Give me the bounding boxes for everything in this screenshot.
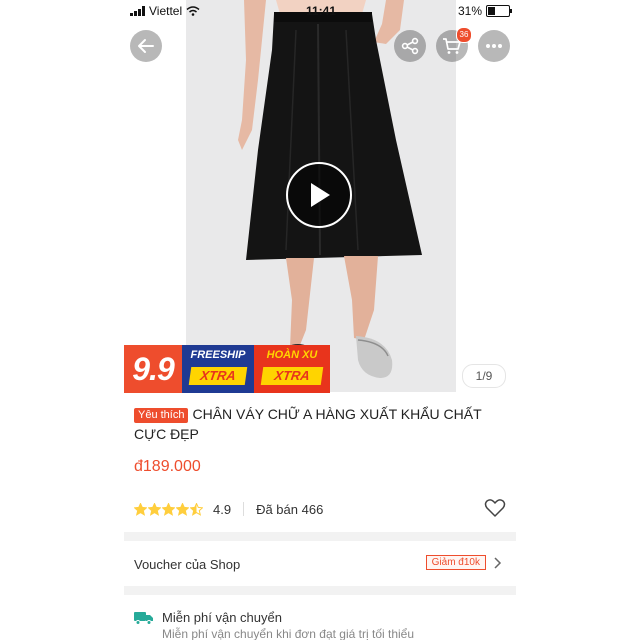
freeship-xtra-tag: XTRA: [188, 367, 248, 385]
star-icon: [162, 502, 175, 516]
shop-voucher-row[interactable]: Voucher của Shop Giảm đ10k: [134, 552, 506, 576]
promo-freeship: FREESHIP XTRA: [182, 345, 254, 393]
cart-button[interactable]: 36: [436, 27, 472, 62]
shipping-title: Miễn phí vận chuyển: [162, 610, 282, 625]
section-divider: [124, 586, 516, 595]
star-icon: [190, 502, 203, 516]
heart-icon[interactable]: [484, 498, 506, 518]
promo-banner[interactable]: 9.9 FREESHIP XTRA HOÀN XU XTRA: [124, 345, 330, 393]
product-title-block: Yêu thích CHÂN VÁY CHỮ A HÀNG XUẤT KHẨU C…: [134, 404, 504, 444]
truck-icon: [134, 611, 153, 625]
play-icon: [311, 183, 330, 207]
promo-sale-label: 9.9: [124, 345, 182, 393]
wifi-icon: [186, 6, 200, 16]
rating-row[interactable]: 4.9 Đã bán 466: [134, 498, 506, 520]
shipping-row[interactable]: Miễn phí vận chuyển Miễn phí vận chuyển …: [134, 610, 506, 640]
carrier: Viettel: [130, 4, 200, 18]
voucher-tag: Giảm đ10k: [425, 555, 486, 570]
hoanxu-xtra-tag: XTRA: [260, 367, 324, 385]
freeship-label: FREESHIP: [190, 349, 246, 361]
star-icon: [176, 502, 189, 516]
status-time: 11:41: [306, 4, 337, 18]
voucher-label: Voucher của Shop: [134, 556, 241, 572]
battery-icon: [486, 5, 512, 17]
share-button[interactable]: [394, 30, 426, 62]
product-price: đ189.000: [134, 458, 201, 475]
arrow-left-icon: [138, 39, 154, 53]
play-video-button[interactable]: [286, 162, 352, 228]
sold-count: Đã bán 466: [256, 501, 324, 517]
image-page-indicator: 1/9: [462, 364, 506, 388]
signal-icon: [130, 6, 145, 16]
hoanxu-label: HOÀN XU: [266, 349, 318, 361]
rating-separator: [243, 502, 245, 516]
promo-hoanxu: HOÀN XU XTRA: [254, 345, 330, 393]
section-divider: [124, 532, 516, 541]
carrier-name: Viettel: [149, 4, 183, 18]
share-icon: [401, 37, 419, 55]
more-dots-icon: [486, 44, 502, 48]
more-button[interactable]: [478, 30, 510, 62]
product-gallery[interactable]: 36 1/9: [124, 0, 516, 392]
battery: 31%: [457, 4, 512, 18]
chevron-right-icon: [494, 557, 502, 569]
favorite-badge: Yêu thích: [134, 408, 189, 423]
shipping-subtitle: Miễn phí vận chuyển khi đơn đạt giá trị …: [162, 627, 415, 640]
battery-percent: 31%: [457, 4, 482, 18]
cart-count-badge: 36: [456, 27, 472, 43]
rating-value: 4.9: [213, 501, 232, 517]
star-icon: [134, 502, 147, 516]
back-button[interactable]: [130, 30, 162, 62]
status-bar: Viettel 11:41 31%: [124, 0, 516, 22]
product-screen: 36 1/9 Viettel 11:41 31% 9.9 FREESHIP XT…: [124, 0, 516, 640]
rating-stars: [134, 502, 203, 516]
star-icon: [148, 502, 161, 516]
